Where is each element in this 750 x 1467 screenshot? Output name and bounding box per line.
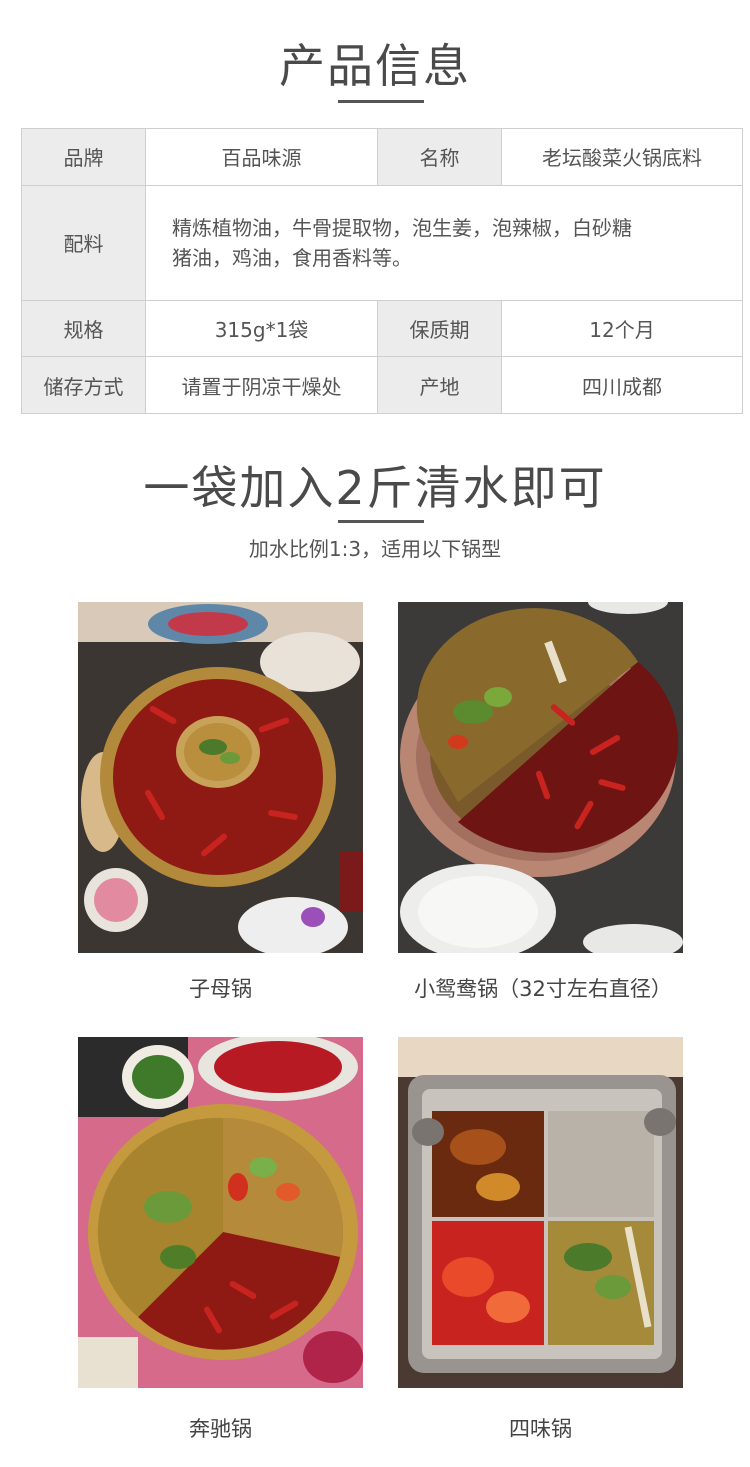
brand-value: 百品味源 xyxy=(145,128,378,186)
spec-value: 315g*1袋 xyxy=(145,299,378,358)
spec-label: 规格 xyxy=(21,299,146,358)
pot-caption: 奔驰锅 xyxy=(189,1417,252,1441)
storage-label: 储存方式 xyxy=(21,356,146,414)
pot-caption: 子母锅 xyxy=(189,977,252,1001)
usage-title: 一袋加入2斤清水即可 xyxy=(143,461,607,515)
shelf-life-label: 保质期 xyxy=(377,299,502,358)
ingredients-line: 精炼植物油，牛骨提取物，泡生姜，泡辣椒，白砂糖 xyxy=(172,215,632,240)
title-underline xyxy=(338,520,424,523)
origin-value: 四川成都 xyxy=(501,356,743,414)
table-row: 规格 315g*1袋 保质期 12个月 xyxy=(21,299,743,358)
product-info-table: 品牌 百品味源 名称 老坛酸菜火锅底料 配料 精炼植物油，牛骨提取物，泡生姜，泡… xyxy=(21,128,743,414)
ingredients-line: 猪油，鸡油，食用香料等。 xyxy=(172,245,412,270)
four-section-hotpot-photo xyxy=(398,1037,683,1388)
pot-caption: 小鸳鸯锅（32寸左右直径） xyxy=(414,977,672,1001)
ingredients-value: 精炼植物油，牛骨提取物，泡生姜，泡辣椒，白砂糖 猪油，鸡油，食用香料等。 xyxy=(145,184,743,301)
brand-label: 品牌 xyxy=(21,128,146,186)
table-row: 储存方式 请置于阴凉干燥处 产地 四川成都 xyxy=(21,356,743,414)
ingredients-label: 配料 xyxy=(21,184,146,301)
three-section-hotpot-photo xyxy=(78,1037,363,1388)
title-underline xyxy=(338,100,424,103)
yin-yang-hotpot-photo xyxy=(398,602,683,953)
name-value: 老坛酸菜火锅底料 xyxy=(501,128,743,186)
origin-label: 产地 xyxy=(377,356,502,414)
name-label: 名称 xyxy=(377,128,502,186)
product-info-title: 产品信息 xyxy=(279,39,471,93)
pot-caption: 四味锅 xyxy=(509,1417,572,1441)
usage-subtitle: 加水比例1:3，适用以下锅型 xyxy=(248,537,502,561)
shelf-life-value: 12个月 xyxy=(501,299,743,358)
table-row: 配料 精炼植物油，牛骨提取物，泡生姜，泡辣椒，白砂糖 猪油，鸡油，食用香料等。 xyxy=(21,184,743,301)
table-row: 品牌 百品味源 名称 老坛酸菜火锅底料 xyxy=(21,128,743,186)
storage-value: 请置于阴凉干燥处 xyxy=(145,356,378,414)
mother-child-hotpot-photo xyxy=(78,602,363,953)
